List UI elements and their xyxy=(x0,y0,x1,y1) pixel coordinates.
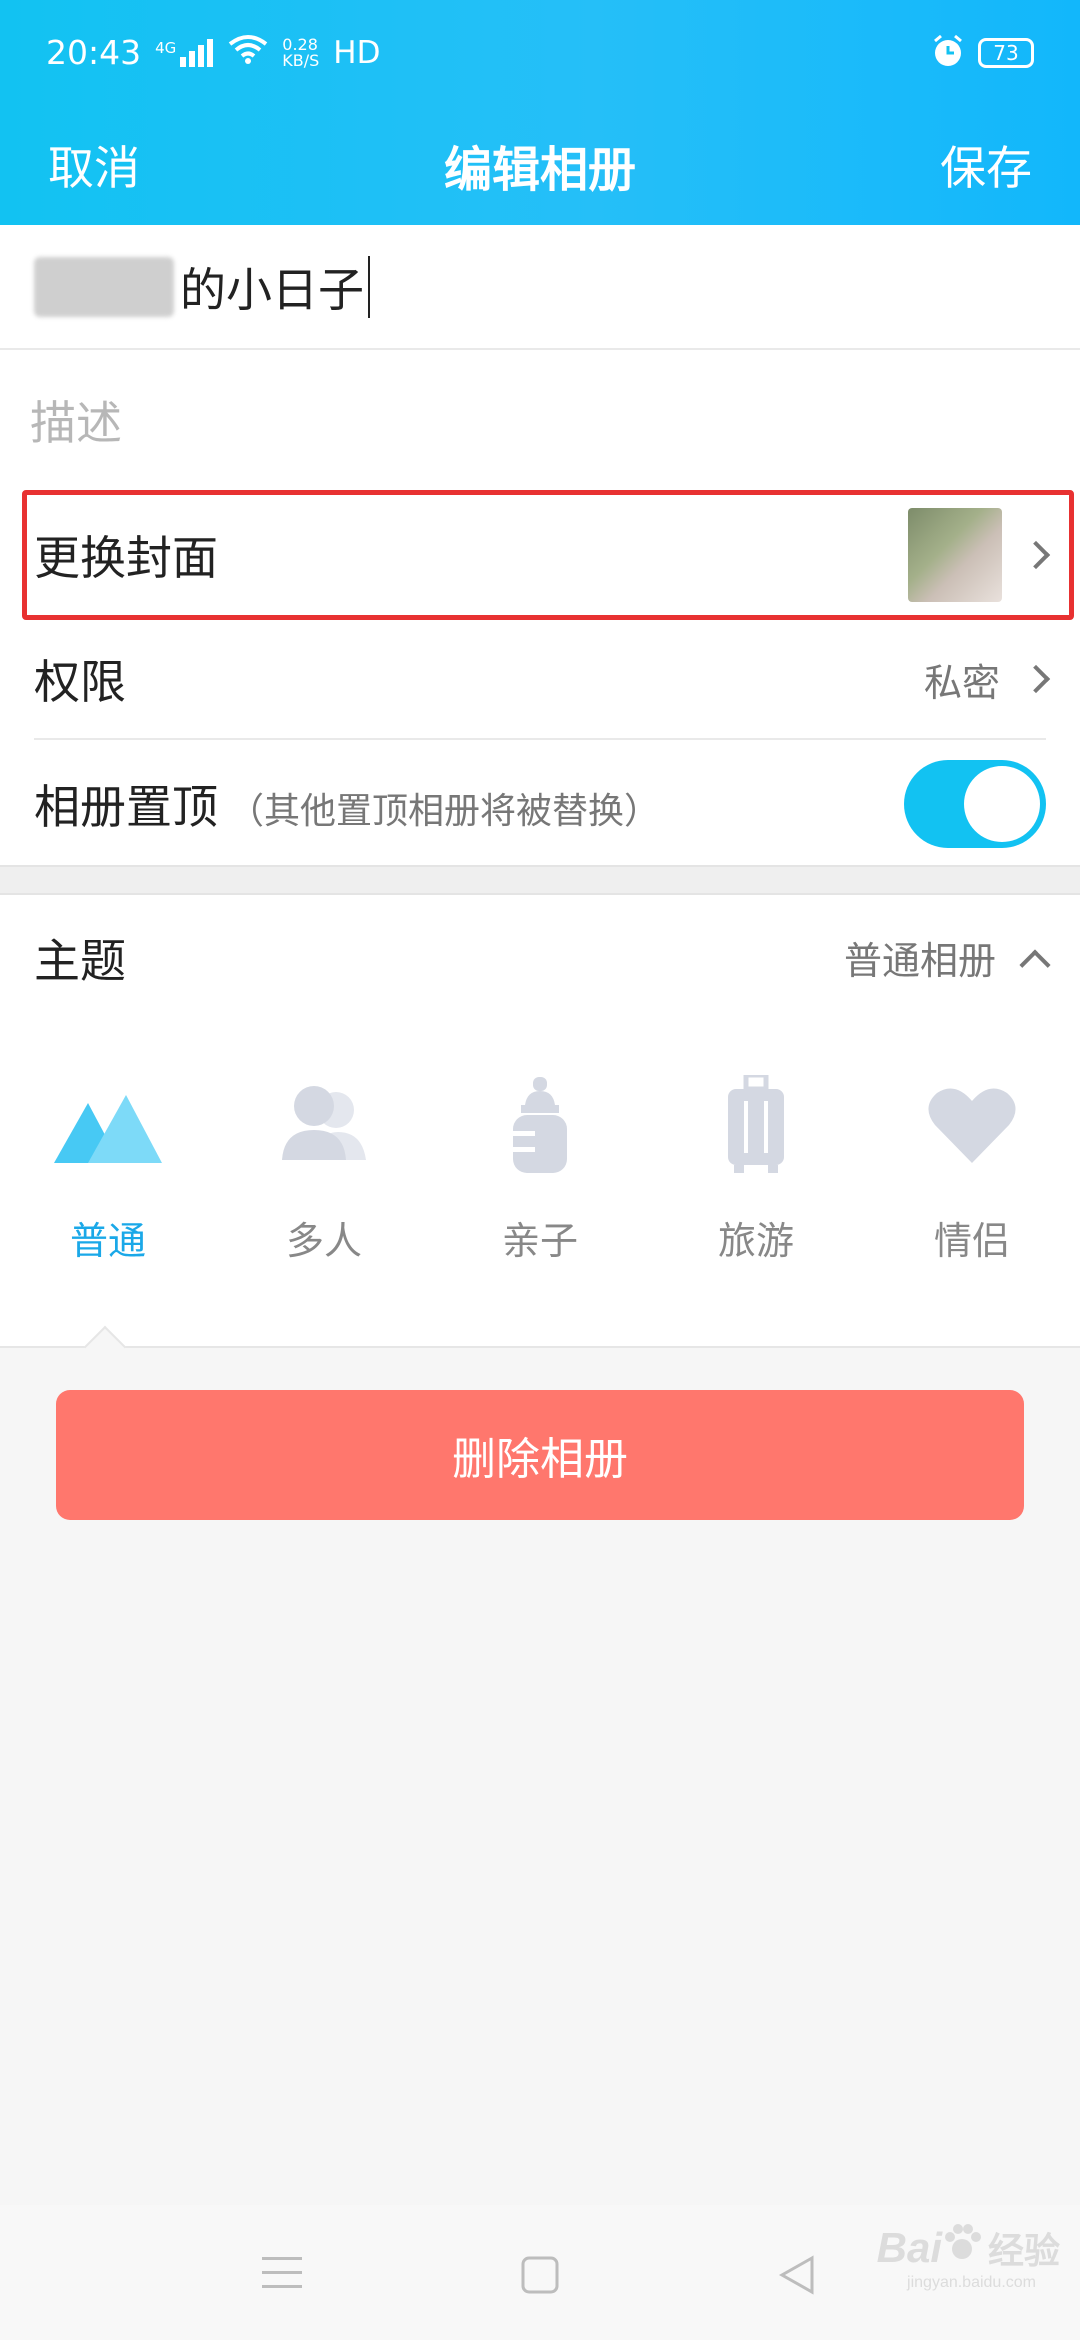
wifi-icon xyxy=(228,33,268,72)
theme-option-family[interactable]: 亲子 xyxy=(432,1070,648,1310)
alarm-icon xyxy=(930,33,966,73)
permission-label: 权限 xyxy=(34,655,126,709)
save-button[interactable]: 保存 xyxy=(940,132,1032,198)
theme-option-normal[interactable]: 普通 xyxy=(0,1070,216,1310)
pin-top-row: 相册置顶 （其他置顶相册将被替换） xyxy=(34,742,1046,865)
album-name-text: 的小日子 xyxy=(180,262,364,317)
watermark-domain: jingyan.baidu.com xyxy=(907,2274,1036,2291)
theme-option-couple[interactable]: 情侣 xyxy=(864,1070,1080,1310)
permission-row[interactable]: 权限 私密 xyxy=(34,620,1051,740)
network-type: 4G xyxy=(155,38,177,57)
toggle-knob xyxy=(964,765,1040,842)
pin-top-text: 相册置顶 （其他置顶相册将被替换） xyxy=(34,771,660,837)
back-icon[interactable] xyxy=(778,2255,816,2299)
battery-level: 73 xyxy=(993,40,1019,65)
people-icon xyxy=(269,1070,379,1180)
clock: 20:43 xyxy=(46,33,142,72)
mountain-icon xyxy=(53,1070,163,1180)
chevron-up-icon xyxy=(1019,948,1051,981)
watermark-cn: 经验 xyxy=(987,2230,1060,2271)
theme-option-label: 多人 xyxy=(285,1219,362,1263)
delete-album-button[interactable]: 删除相册 xyxy=(56,1390,1024,1520)
network-speed: 0.28 KB/S xyxy=(282,36,320,70)
text-cursor xyxy=(368,255,370,318)
theme-current-wrap: 普通相册 xyxy=(843,930,1051,985)
speed-unit: KB/S xyxy=(282,50,320,70)
paw-icon xyxy=(942,2223,982,2273)
luggage-icon xyxy=(701,1070,811,1180)
nav-bar: 取消 编辑相册 保存 xyxy=(0,105,1080,225)
description-placeholder: 描述 xyxy=(30,396,122,450)
pin-top-label: 相册置顶 xyxy=(34,779,218,834)
heart-icon xyxy=(917,1070,1027,1180)
theme-option-travel[interactable]: 旅游 xyxy=(648,1070,864,1310)
battery-icon: 73 xyxy=(978,37,1034,68)
pin-top-toggle[interactable] xyxy=(904,759,1046,848)
theme-option-group[interactable]: 多人 xyxy=(216,1070,432,1310)
highlight-annotation xyxy=(22,490,1074,620)
theme-header[interactable]: 主题 普通相册 xyxy=(34,895,1051,1020)
section-divider xyxy=(0,865,1080,895)
edit-album-screen: 20:43 4G 0.28 KB/S HD 73 取消 编辑相册 保存 的小日子… xyxy=(0,0,1080,2340)
status-left: 20:43 4G 0.28 KB/S HD xyxy=(46,33,380,72)
chevron-right-icon xyxy=(1021,664,1051,694)
menu-icon[interactable] xyxy=(262,2255,302,2295)
header: 20:43 4G 0.28 KB/S HD 73 取消 编辑相册 保存 xyxy=(0,0,1080,225)
page-title: 编辑相册 xyxy=(443,142,636,198)
theme-options: 普通 多人 亲子 旅游 情侣 xyxy=(0,1070,1080,1310)
home-icon[interactable] xyxy=(520,2255,560,2299)
baby-bottle-icon xyxy=(485,1070,595,1180)
theme-label: 主题 xyxy=(34,933,126,988)
description-input[interactable]: 描述 xyxy=(30,350,122,490)
theme-option-label: 旅游 xyxy=(717,1219,794,1263)
hd-indicator: HD xyxy=(333,34,381,71)
cancel-button[interactable]: 取消 xyxy=(48,132,140,198)
theme-option-label: 情侣 xyxy=(933,1219,1010,1263)
baidu-watermark: Bai 经验 jingyan.baidu.com xyxy=(830,2208,1060,2291)
permission-value: 私密 xyxy=(923,660,1000,705)
theme-option-label: 亲子 xyxy=(501,1219,578,1263)
theme-current: 普通相册 xyxy=(843,939,996,983)
pin-top-note: （其他置顶相册将被替换） xyxy=(228,790,661,832)
theme-option-label: 普通 xyxy=(69,1219,146,1263)
blurred-name-part xyxy=(34,256,174,317)
status-right: 73 xyxy=(930,33,1034,73)
album-name-input[interactable]: 的小日子 xyxy=(0,225,1080,350)
status-bar: 20:43 4G 0.28 KB/S HD 73 xyxy=(0,0,1080,105)
permission-right: 私密 xyxy=(923,652,1051,707)
watermark-brand: Bai xyxy=(876,2224,942,2271)
signal-icon: 4G xyxy=(155,38,214,67)
